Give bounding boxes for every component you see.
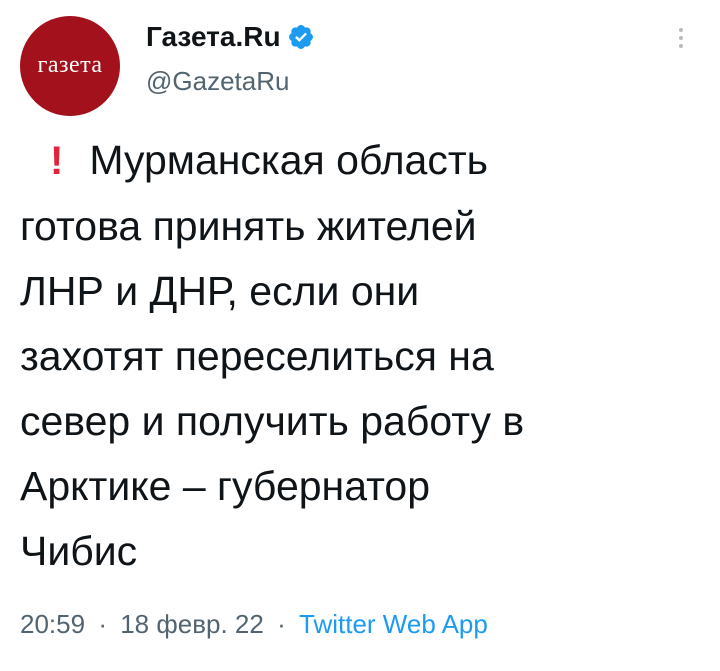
tweet-line: север и получить работу в xyxy=(20,398,525,444)
tweet-time[interactable]: 20:59 xyxy=(20,609,85,639)
verified-badge-icon xyxy=(287,23,315,51)
avatar[interactable]: газета xyxy=(20,16,120,116)
tweet-line: Чибис xyxy=(20,528,138,574)
meta-separator: · xyxy=(98,609,107,639)
tweet-line-text: Мурманская область xyxy=(89,137,488,183)
author-name-row: Газета.Ru xyxy=(146,19,315,55)
user-handle[interactable]: @GazetaRu xyxy=(146,66,289,97)
display-name[interactable]: Газета.Ru xyxy=(146,21,281,53)
tweet: газета Газета.Ru @GazetaRu ! Мурманская о… xyxy=(0,0,720,671)
tweet-line: ЛНР и ДНР, если они xyxy=(20,268,420,314)
tweet-line: захотят переселиться на xyxy=(20,333,494,379)
source-app-link[interactable]: Twitter Web App xyxy=(299,609,488,639)
tweet-line: ! Мурманская область xyxy=(20,128,700,194)
avatar-logo-text: газета xyxy=(37,51,103,78)
tweet-text: ! Мурманская область готова принять жител… xyxy=(20,128,700,584)
tweet-date[interactable]: 18 февр. 22 xyxy=(120,609,264,639)
tweet-line: готова принять жителей xyxy=(20,203,477,249)
meta-separator: · xyxy=(277,609,286,639)
exclamation-icon: ! xyxy=(50,139,64,183)
more-options-icon[interactable] xyxy=(672,24,690,52)
tweet-line: Арктике – губернатор xyxy=(20,463,431,509)
tweet-meta: 20:59 · 18 февр. 22 · Twitter Web App xyxy=(20,609,488,640)
